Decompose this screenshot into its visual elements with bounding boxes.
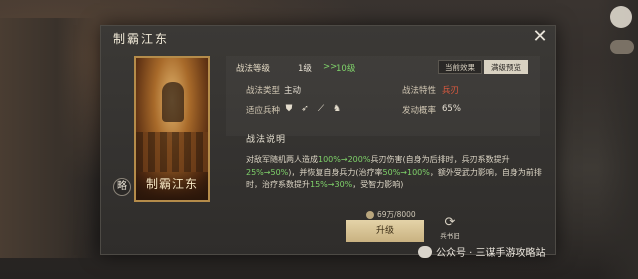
- level-max: 10级: [336, 64, 356, 74]
- desc-value-1: 100%→200%: [318, 155, 371, 164]
- level-label: 战法等级: [236, 64, 271, 74]
- background-right: [598, 0, 638, 279]
- desc-text-5: ，受智力影响): [352, 180, 404, 189]
- watermark: 公众号 · 三谋手游攻略站: [418, 244, 546, 259]
- upgrade-button[interactable]: 升级: [346, 220, 424, 242]
- refresh-icon: ⟳: [444, 215, 456, 230]
- background-left: [0, 18, 95, 258]
- trait-value: 兵刃: [442, 86, 460, 96]
- skill-panel: 制霸江东 ✕ 制霸江东 略 战法等级 1级 >> 10级 当前效果 满级预览 战…: [100, 25, 556, 255]
- desc-text-3: )，并恢复自身兵力(治疗率: [288, 167, 383, 177]
- coin-icon: [366, 210, 374, 219]
- cost-value: 69万/8000: [377, 210, 416, 219]
- type-label: 战法类型: [246, 86, 281, 96]
- shield-icon: ⛊: [285, 104, 293, 114]
- desc-text-1: 对敌军随机两人造成: [246, 155, 318, 164]
- watermark-text: 公众号 · 三谋手游攻略站: [436, 248, 546, 259]
- rate-value: 65%: [442, 104, 461, 114]
- card-name: 制霸江东: [145, 177, 198, 191]
- tab-current-effect[interactable]: 当前效果: [438, 60, 482, 74]
- reset-label: 兵书旧: [440, 232, 460, 240]
- troops-label: 适应兵种: [246, 106, 281, 116]
- close-button[interactable]: ✕: [531, 28, 549, 46]
- spear-icon: ⟋: [317, 104, 325, 114]
- toggle-pill-icon[interactable]: [610, 40, 634, 54]
- card-art-figure: [162, 82, 184, 122]
- bow-icon: ➶: [301, 104, 309, 114]
- skill-description: 对敌军随机两人造成100%→200%兵刃伤害(自身为后排时，兵刃系数提升 25%→…: [246, 154, 546, 192]
- tab-max-preview[interactable]: 满级预览: [484, 60, 528, 74]
- skill-info: 战法等级 1级 >> 10级 当前效果 满级预览 战法类型 主动 战法特性 兵刃…: [226, 56, 540, 136]
- trait-label: 战法特性: [402, 86, 437, 96]
- type-value: 主动: [284, 86, 302, 96]
- skill-type-badge: 略: [113, 178, 131, 196]
- wechat-icon: [418, 245, 432, 258]
- level-current: 1级: [298, 64, 312, 74]
- menu-dot-icon[interactable]: [610, 6, 632, 28]
- upgrade-cost: 69万/8000: [366, 209, 416, 220]
- card-art-crowd: [136, 132, 208, 172]
- panel-title: 制霸江东: [113, 32, 170, 46]
- desc-value-3: 50%→100%: [382, 167, 430, 177]
- rate-label: 发动概率: [402, 106, 437, 116]
- section-title: 战法说明: [246, 135, 287, 145]
- reset-button[interactable]: ⟳ 兵书旧: [438, 215, 462, 241]
- tab-bar: 当前效果 满级预览: [438, 60, 528, 74]
- troop-icons: ⛊ ➶ ⟋ ♞: [284, 104, 342, 114]
- skill-card: 制霸江东: [134, 56, 210, 202]
- desc-value-4: 15%→30%: [310, 180, 353, 189]
- desc-value-2: 25%→50%: [246, 167, 289, 177]
- horse-icon: ♞: [332, 104, 342, 114]
- desc-text-2: 兵刃伤害(自身为后排时，兵刃系数提升: [370, 155, 510, 164]
